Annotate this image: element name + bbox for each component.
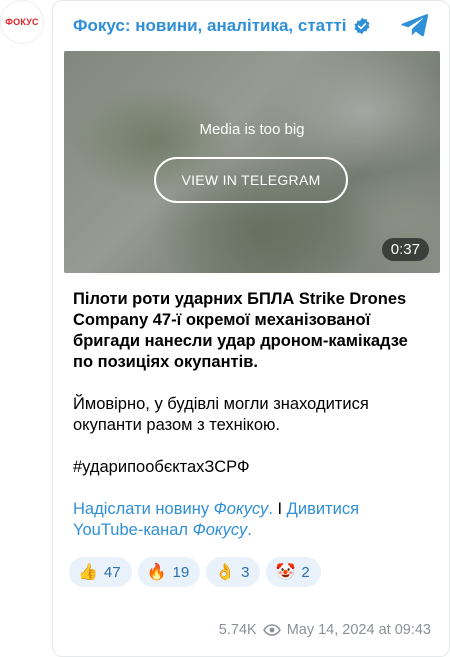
post-meta: 5.74K May 14, 2024 at 09:43	[219, 622, 431, 638]
view-count: 5.74K	[218, 622, 257, 638]
reaction-thumbs-up[interactable]: 👍 47	[69, 557, 132, 587]
verified-icon	[354, 17, 369, 35]
reaction-fire[interactable]: 🔥 19	[137, 557, 201, 587]
channel-title[interactable]: Фокус: новини, аналітика, статті	[73, 16, 347, 36]
post-header: Фокус: новини, аналітика, статті	[53, 1, 449, 51]
ok-hand-icon: 👌	[215, 564, 236, 581]
avatar-logo-text: ФОКУС	[5, 17, 39, 27]
send-news-link[interactable]: Надіслати новину Фокусу.	[73, 500, 273, 518]
post-headline: Пілоти роти ударних БПЛА Strike Drones C…	[73, 290, 408, 371]
reaction-clown[interactable]: 🤡 2	[266, 557, 321, 587]
post-date[interactable]: May 14, 2024 at 09:43	[287, 622, 431, 638]
reaction-count: 19	[172, 563, 190, 581]
view-in-telegram-button[interactable]: VIEW IN TELEGRAM	[154, 157, 348, 203]
reaction-count: 47	[103, 563, 121, 581]
post-card: Фокус: новини, аналітика, статті Media i…	[52, 0, 450, 657]
channel-avatar[interactable]: ФОКУС	[0, 0, 44, 44]
video-preview[interactable]: Media is too big VIEW IN TELEGRAM 0:37	[64, 51, 440, 273]
post-links: Надіслати новину Фокусу. I Дивитися YouT…	[73, 499, 429, 541]
post-body: Ймовірно, у будівлі могли знаходитися ок…	[73, 395, 369, 434]
post-hashtag[interactable]: #ударипообєктахЗСРФ	[73, 457, 429, 478]
thumbs-up-icon: 👍	[78, 564, 98, 581]
media-too-big-label: Media is too big	[199, 121, 305, 138]
post-text: Пілоти роти ударних БПЛА Strike Drones C…	[53, 273, 449, 541]
link-separator: I	[272, 500, 287, 518]
telegram-icon[interactable]	[401, 13, 429, 37]
fire-icon: 🔥	[146, 564, 167, 581]
reaction-count: 3	[241, 563, 250, 581]
video-duration-badge: 0:37	[381, 238, 429, 261]
reactions-bar: 👍 47 🔥 19 👌 3 🤡 2	[53, 557, 449, 587]
reaction-ok-hand[interactable]: 👌 3	[206, 557, 261, 587]
eye-icon	[262, 624, 281, 636]
clown-icon: 🤡	[275, 564, 296, 581]
reaction-count: 2	[301, 563, 310, 581]
